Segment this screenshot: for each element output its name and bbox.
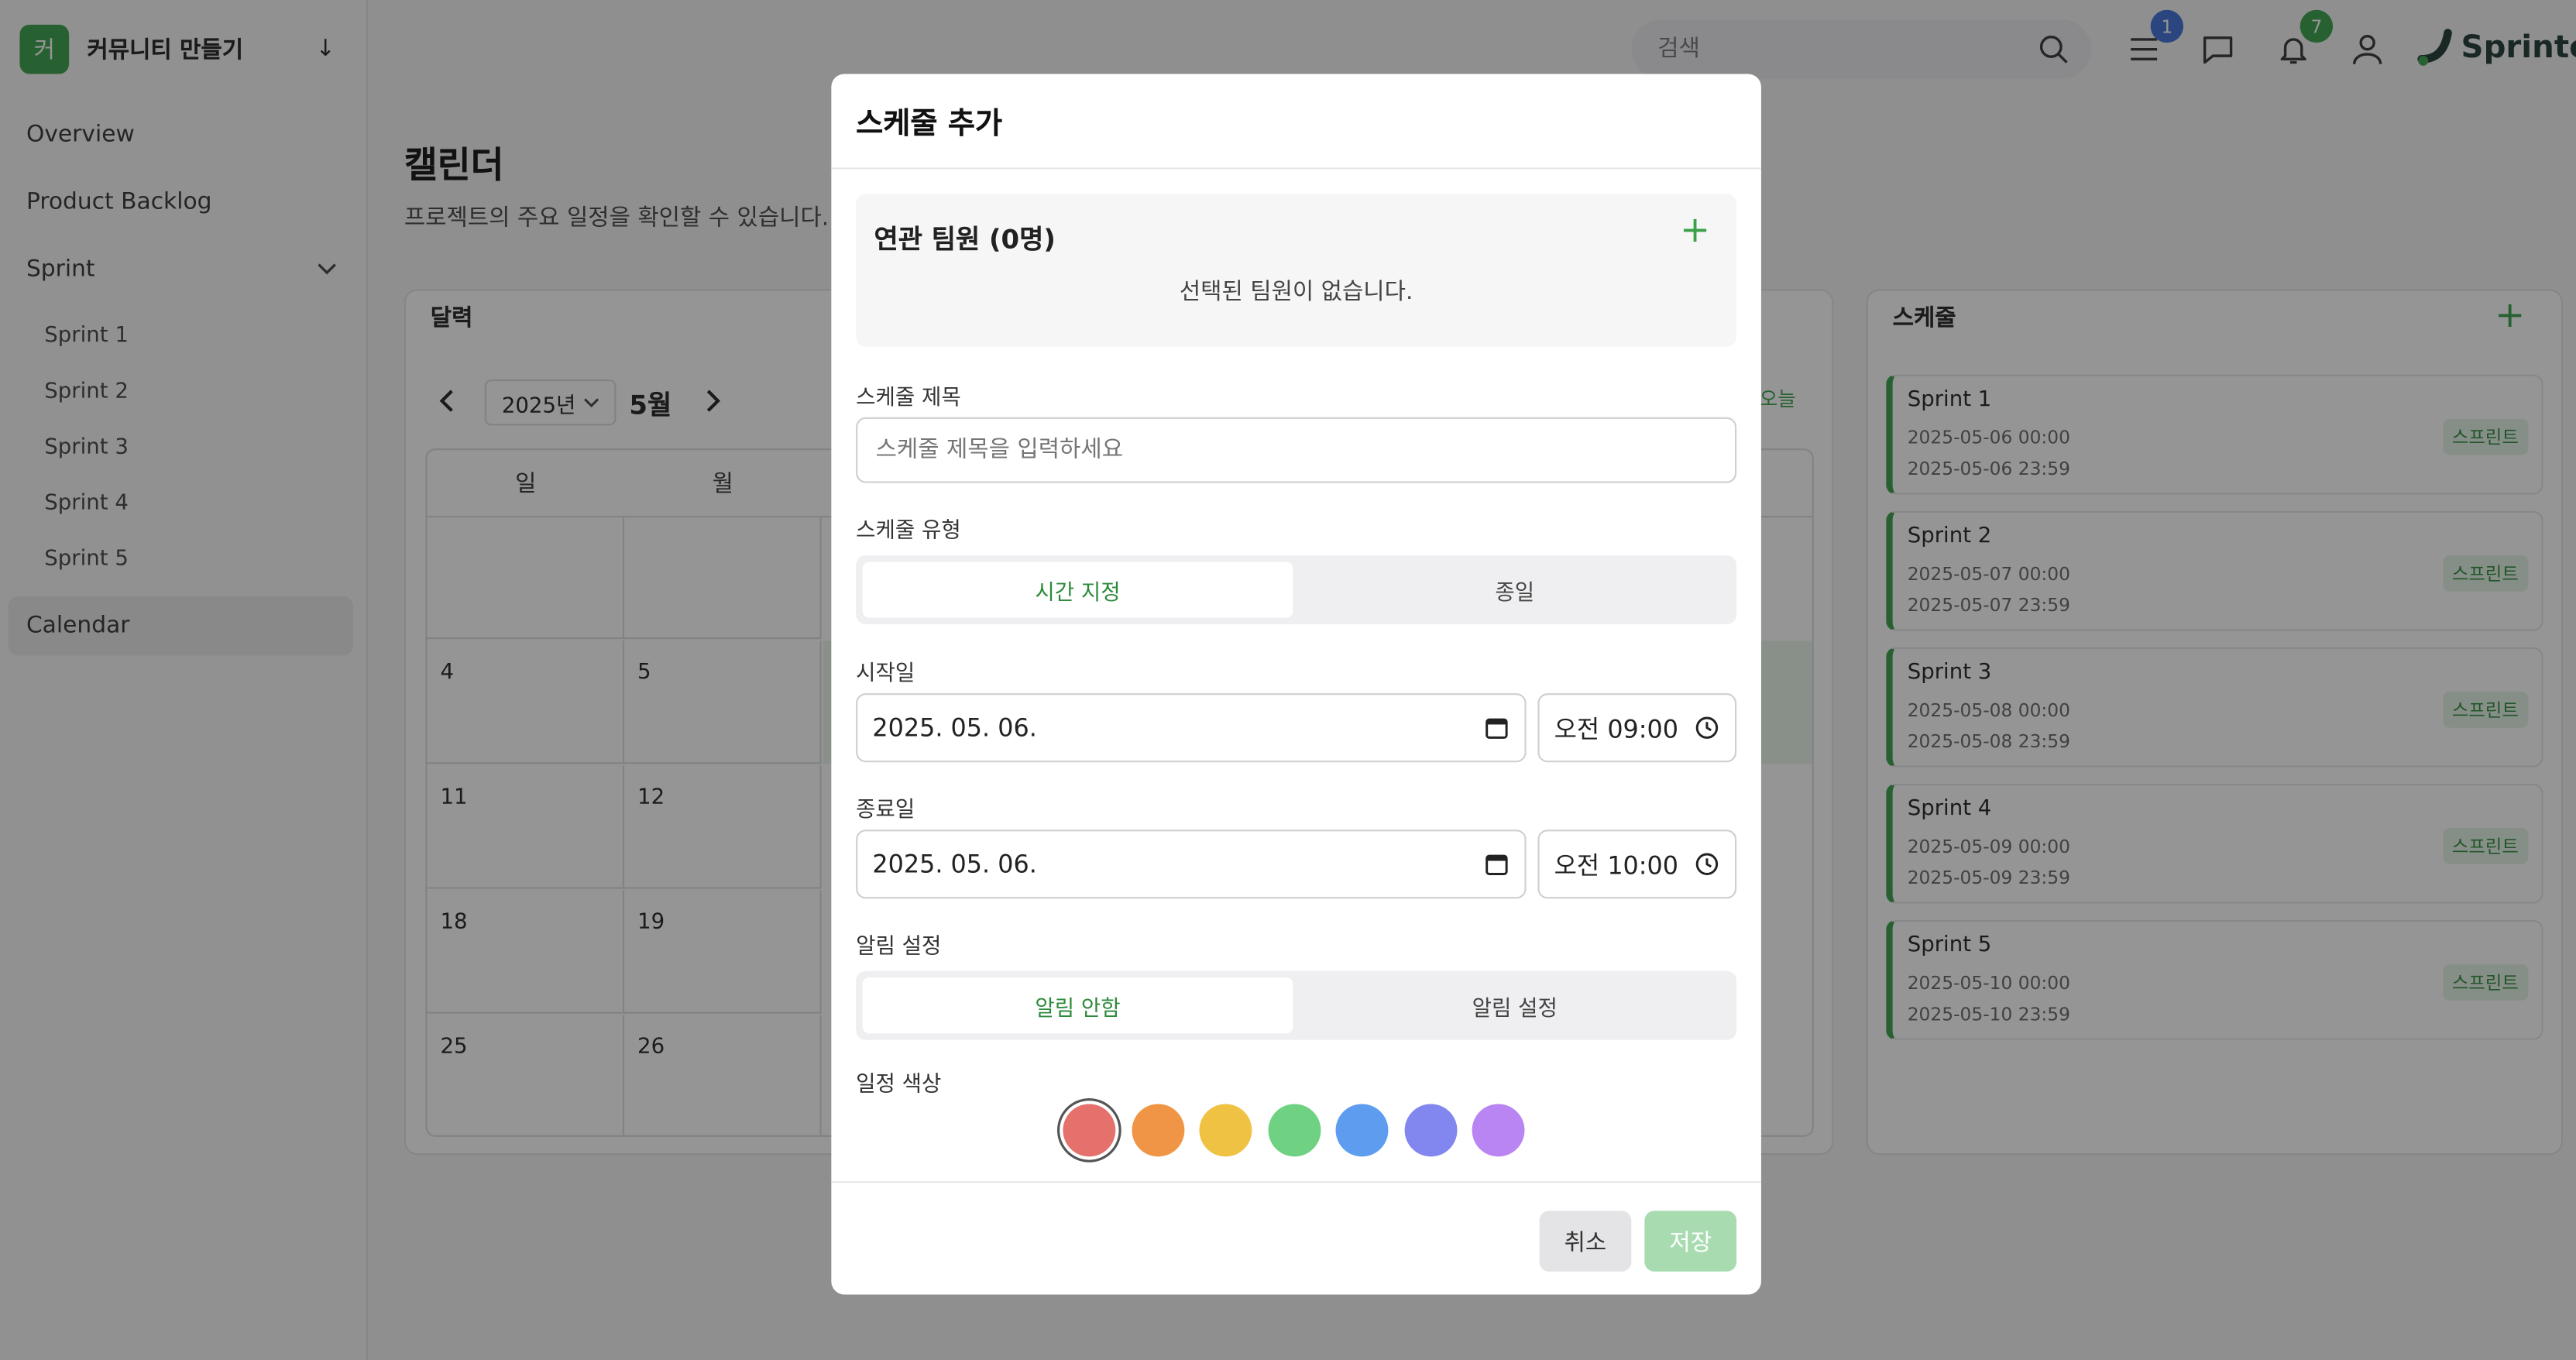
type-option-timed[interactable]: 시간 지정 [862,562,1293,618]
start-time-input[interactable]: 오전 09:00 [1537,693,1737,763]
clock-icon[interactable] [1695,716,1719,740]
end-date-input[interactable]: 2025. 05. 06. [856,829,1527,899]
type-option-all-day[interactable]: 종일 [1300,562,1730,617]
cancel-button[interactable]: 취소 [1539,1211,1632,1272]
alarm-option-none[interactable]: 알림 안함 [862,977,1293,1034]
color-swatch-green[interactable] [1267,1104,1321,1157]
add-schedule-modal: 스케줄 추가 연관 팀원 (0명) + 선택된 팀원이 없습니다. 스케줄 제목… [831,74,1761,1295]
end-time-value: 오전 10:00 [1554,850,1679,880]
modal-header: 스케줄 추가 [831,74,1761,170]
schedule-title-input[interactable] [872,435,1701,465]
save-button[interactable]: 저장 [1644,1211,1737,1272]
start-label: 시작일 [856,661,915,687]
calendar-icon[interactable] [1485,716,1509,740]
start-date-input[interactable]: 2025. 05. 06. [856,693,1527,763]
alarm-option-set[interactable]: 알림 설정 [1300,977,1730,1033]
schedule-type-toggle: 시간 지정 종일 [856,555,1737,625]
start-date-value: 2025. 05. 06. [872,713,1037,743]
members-title: 연관 팀원 (0명) [874,223,1056,255]
members-empty-text: 선택된 팀원이 없습니다. [1179,279,1413,306]
modal-title: 스케줄 추가 [856,106,1003,142]
add-member-icon[interactable]: + [1680,211,1710,252]
calendar-icon[interactable] [1485,853,1509,876]
color-swatch-red[interactable] [1063,1104,1116,1157]
alarm-toggle: 알림 안함 알림 설정 [856,970,1737,1040]
color-swatch-yellow[interactable] [1199,1104,1252,1157]
title-label: 스케줄 제목 [856,386,961,411]
end-label: 종료일 [856,798,915,823]
end-time-input[interactable]: 오전 10:00 [1537,829,1737,899]
start-time-value: 오전 09:00 [1554,713,1679,744]
color-swatch-blue[interactable] [1335,1104,1389,1157]
color-label: 일정 색상 [856,1073,942,1097]
alarm-label: 알림 설정 [856,934,942,960]
modal-footer: 취소 저장 [831,1181,1761,1294]
related-members: 연관 팀원 (0명) + 선택된 팀원이 없습니다. [856,194,1737,347]
color-swatch-indigo[interactable] [1403,1104,1457,1157]
schedule-title-field[interactable] [856,417,1737,483]
type-label: 스케줄 유형 [856,519,961,544]
color-swatch-purple[interactable] [1472,1104,1525,1157]
color-picker [1063,1104,1540,1157]
color-swatch-orange[interactable] [1131,1104,1184,1157]
clock-icon[interactable] [1695,853,1719,876]
end-date-value: 2025. 05. 06. [872,849,1037,879]
